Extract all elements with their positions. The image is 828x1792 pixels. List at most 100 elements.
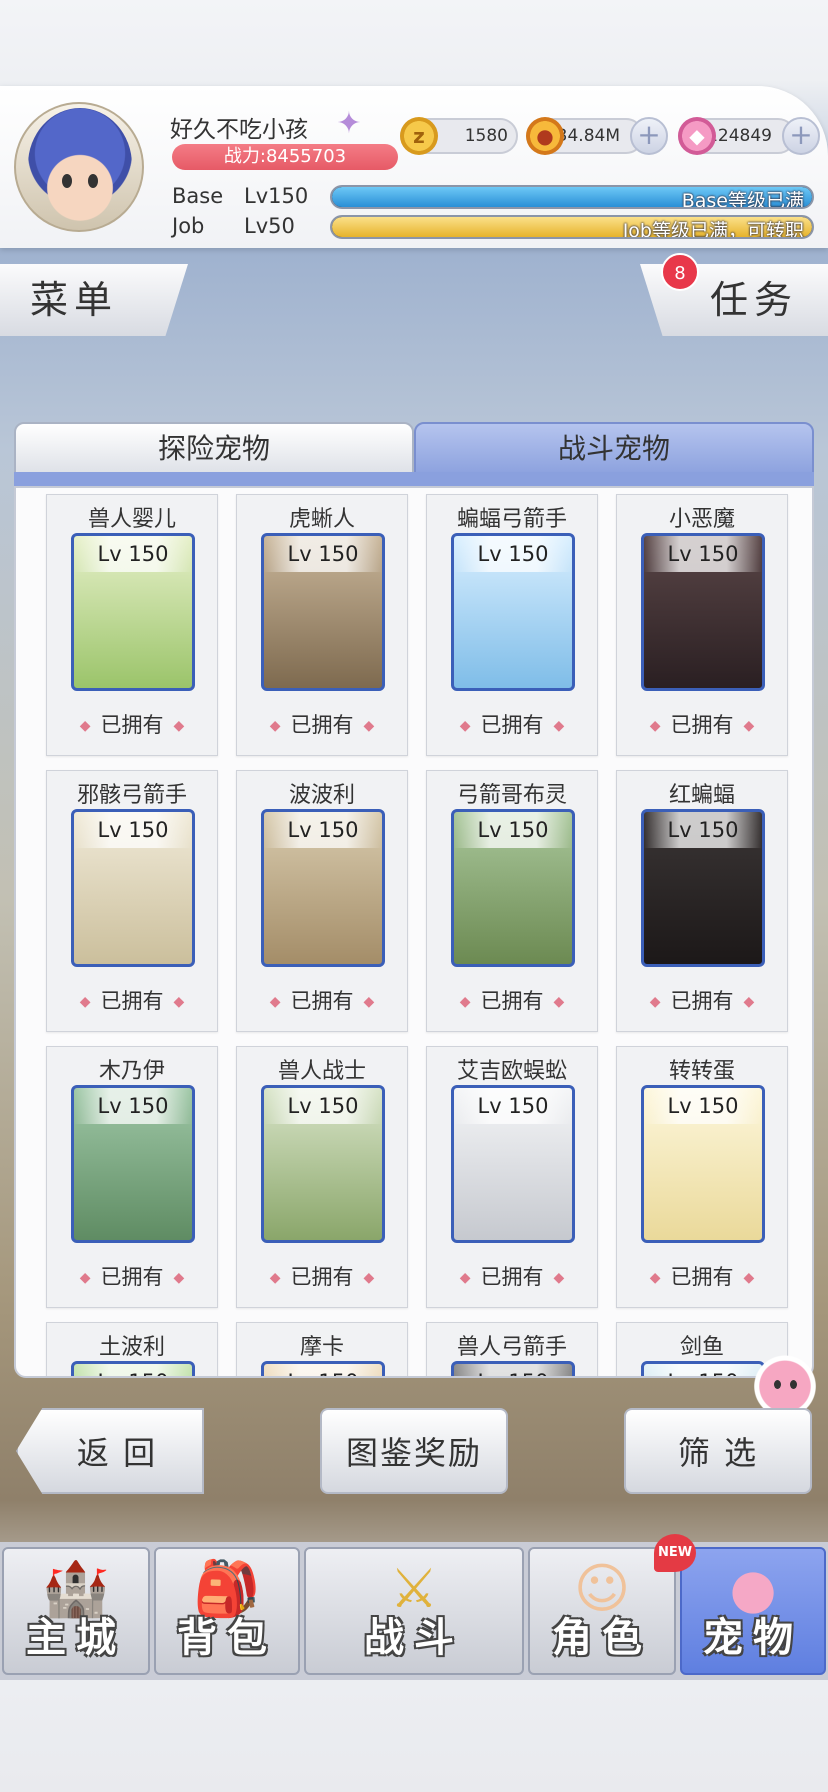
pet-owned-status: ◆ 已拥有 ◆ <box>47 1261 217 1291</box>
pet-status-label: 已拥有 <box>290 989 354 1013</box>
pet-collection-panel[interactable]: 兽人婴儿 Lv 150 ◆ 已拥有 ◆ 虎蜥人 Lv 150 ◆ 已拥有 ◆ 蝙蝠弓箭手 Lv 150… <box>14 486 814 1378</box>
pet-card[interactable]: 波波利 Lv 150 ◆ 已拥有 ◆ <box>236 770 408 1032</box>
poring-helper-icon[interactable] <box>750 1350 820 1416</box>
pet-level: Lv 150 <box>644 1364 762 1376</box>
add-gem-button[interactable]: + <box>782 117 820 155</box>
job-status: Job等级已满，可转职 <box>622 220 804 239</box>
nav-item-battle[interactable]: ⚔ 战斗 <box>304 1547 524 1675</box>
pet-owned-status: ◆ 已拥有 ◆ <box>427 985 597 1015</box>
pet-card[interactable]: 蝙蝠弓箭手 Lv 150 ◆ 已拥有 ◆ <box>426 494 598 756</box>
pet-card[interactable]: 红蝙蝠 Lv 150 ◆ 已拥有 ◆ <box>616 770 788 1032</box>
diamond-icon: ◆ <box>459 994 471 1010</box>
gold-pouch-icon: ● <box>526 117 564 155</box>
pet-name: 兽人战士 <box>277 1059 366 1084</box>
diamond-icon: ◆ <box>269 718 281 734</box>
diamond-icon: ◆ <box>173 718 185 734</box>
pet-card[interactable]: 弓箭哥布灵 Lv 150 ◆ 已拥有 ◆ <box>426 770 598 1032</box>
diamond-icon: ◆ <box>363 1270 375 1286</box>
pet-level: Lv 150 <box>454 536 572 572</box>
job-level: Lv50 <box>244 214 295 238</box>
diamond-icon: ◆ <box>173 1270 185 1286</box>
nav-label-pet: 宠物 <box>703 1615 803 1661</box>
base-status: Base等级已满 <box>681 190 804 209</box>
pet-name: 剑鱼 <box>679 1335 724 1360</box>
pet-card[interactable]: 艾吉欧蜈蚣 Lv 150 ◆ 已拥有 ◆ <box>426 1046 598 1308</box>
tab-explore-pets[interactable]: 探险宠物 <box>14 422 414 474</box>
task-count-badge: 8 <box>661 253 699 291</box>
pet-owned-status: ◆ 已拥有 ◆ <box>47 709 217 739</box>
pet-name: 波波利 <box>288 783 355 808</box>
pet-level: Lv 150 <box>264 812 382 848</box>
nav-label-character: 角色 <box>552 1615 652 1661</box>
pet-card[interactable]: 土波利 Lv 150 <box>46 1322 218 1376</box>
gem-icon: ◆ <box>678 117 716 155</box>
pet-portrait: Lv 150 <box>261 809 385 967</box>
pet-level: Lv 150 <box>454 1088 572 1124</box>
poring-eye <box>790 1380 797 1389</box>
pet-owned-status: ◆ 已拥有 ◆ <box>617 709 787 739</box>
pet-status-label: 已拥有 <box>100 1265 164 1289</box>
pet-portrait: Lv 150 <box>71 1085 195 1243</box>
pet-level: Lv 150 <box>644 812 762 848</box>
pet-card[interactable]: 虎蜥人 Lv 150 ◆ 已拥有 ◆ <box>236 494 408 756</box>
pet-owned-status: ◆ 已拥有 ◆ <box>237 709 407 739</box>
pet-portrait: Lv 150 <box>451 809 575 967</box>
back-button[interactable]: 返 回 <box>16 1408 204 1494</box>
pet-portrait: Lv 150 <box>261 533 385 691</box>
pet-status-label: 已拥有 <box>480 713 544 737</box>
pet-card[interactable]: 兽人弓箭手 Lv 150 <box>426 1322 598 1376</box>
pet-level: Lv 150 <box>264 536 382 572</box>
diamond-icon: ◆ <box>269 994 281 1010</box>
pet-portrait: Lv 150 <box>641 533 765 691</box>
pet-status-label: 已拥有 <box>290 713 354 737</box>
pet-name: 木乃伊 <box>98 1059 165 1084</box>
poring-eye <box>774 1380 781 1389</box>
base-exp-bar: Base等级已满 <box>330 185 814 209</box>
rank-star-icon: ✦ <box>336 106 362 141</box>
pet-name: 摩卡 <box>299 1335 344 1360</box>
nav-item-pet[interactable]: ● 宠物 <box>680 1547 826 1675</box>
add-gold-button[interactable]: + <box>630 117 668 155</box>
pet-card[interactable]: 邪骸弓箭手 Lv 150 ◆ 已拥有 ◆ <box>46 770 218 1032</box>
pet-status-label: 已拥有 <box>480 989 544 1013</box>
diamond-icon: ◆ <box>743 1270 755 1286</box>
zeny-coin-icon: z <box>400 117 438 155</box>
pet-owned-status: ◆ 已拥有 ◆ <box>427 1261 597 1291</box>
pet-level: Lv 150 <box>74 1088 192 1124</box>
tab-battle-pets[interactable]: 战斗宠物 <box>414 422 814 474</box>
pet-card[interactable]: 转转蛋 Lv 150 ◆ 已拥有 ◆ <box>616 1046 788 1308</box>
pet-card[interactable]: 兽人战士 Lv 150 ◆ 已拥有 ◆ <box>236 1046 408 1308</box>
diamond-icon: ◆ <box>649 718 661 734</box>
job-exp-bar: Job等级已满，可转职 <box>330 215 814 239</box>
pet-level: Lv 150 <box>74 812 192 848</box>
collection-reward-button[interactable]: 图鉴奖励 <box>320 1408 508 1494</box>
diamond-icon: ◆ <box>459 1270 471 1286</box>
pet-card[interactable]: 小恶魔 Lv 150 ◆ 已拥有 ◆ <box>616 494 788 756</box>
avatar-eye <box>62 174 72 188</box>
pet-level: Lv 150 <box>644 1088 762 1124</box>
pet-portrait: Lv 150 <box>261 1361 385 1376</box>
diamond-icon: ◆ <box>553 718 565 734</box>
diamond-icon: ◆ <box>649 1270 661 1286</box>
filter-button[interactable]: 筛 选 <box>624 1408 812 1494</box>
pet-name: 转转蛋 <box>668 1059 735 1084</box>
pet-card[interactable]: 木乃伊 Lv 150 ◆ 已拥有 ◆ <box>46 1046 218 1308</box>
diamond-icon: ◆ <box>553 1270 565 1286</box>
pet-card[interactable]: 摩卡 Lv 150 <box>236 1322 408 1376</box>
pet-name: 土波利 <box>98 1335 165 1360</box>
pet-portrait: Lv 150 <box>641 1361 765 1376</box>
menu-button[interactable]: 菜单 <box>0 264 188 336</box>
pet-level: Lv 150 <box>454 812 572 848</box>
avatar-portrait <box>28 108 132 222</box>
pet-status-label: 已拥有 <box>480 1265 544 1289</box>
pet-name: 艾吉欧蜈蚣 <box>456 1059 567 1084</box>
pet-status-label: 已拥有 <box>670 713 734 737</box>
pet-name: 邪骸弓箭手 <box>76 783 187 808</box>
diamond-icon: ◆ <box>363 718 375 734</box>
pet-portrait: Lv 150 <box>451 533 575 691</box>
nav-item-city[interactable]: 🏰 主城 <box>2 1547 150 1675</box>
pet-card[interactable]: 兽人婴儿 Lv 150 ◆ 已拥有 ◆ <box>46 494 218 756</box>
diamond-icon: ◆ <box>649 994 661 1010</box>
nav-item-bag[interactable]: 🎒 背包 <box>154 1547 300 1675</box>
pet-level: Lv 150 <box>644 536 762 572</box>
